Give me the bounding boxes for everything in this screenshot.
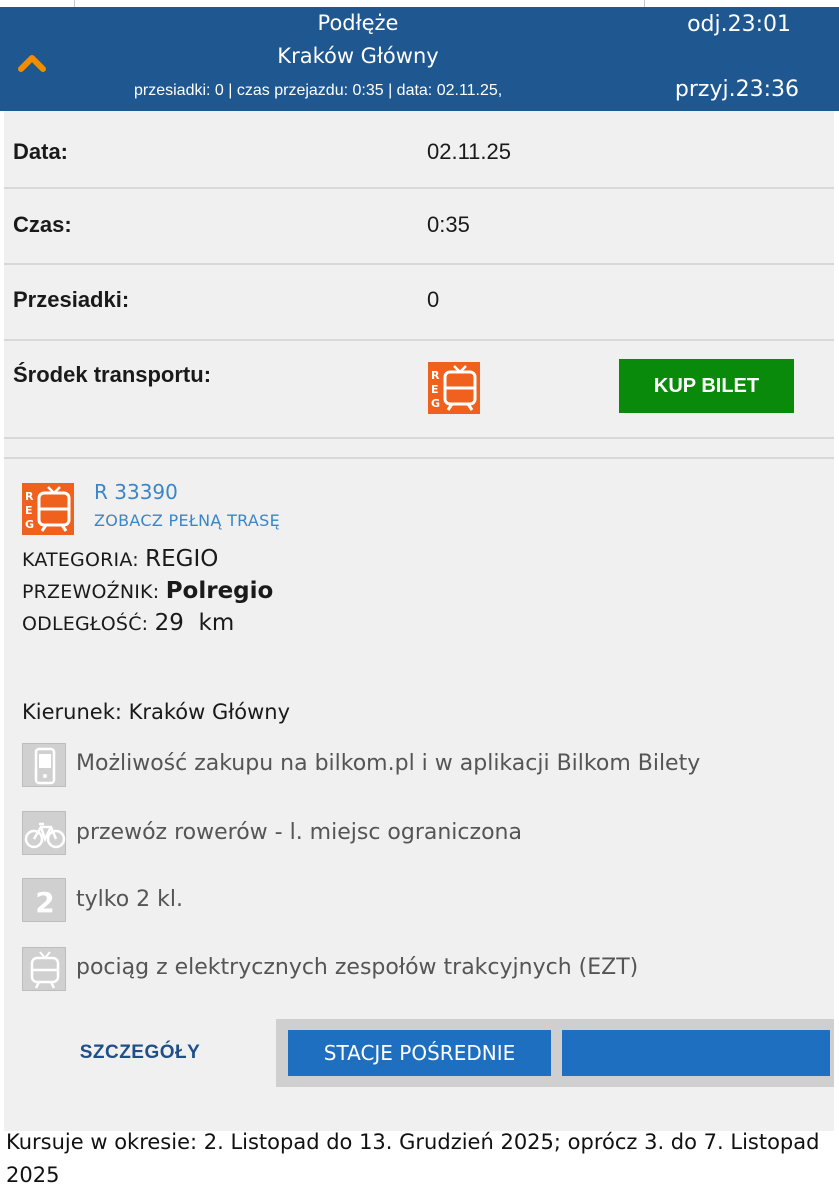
category-line: KATEGORIA: REGIO <box>22 546 218 572</box>
train-number[interactable]: R 33390 <box>94 480 178 504</box>
detail-row-transfers: Przesiadki: 0 <box>4 265 834 341</box>
time-value: 0:35 <box>427 212 470 237</box>
transport-label: Środek transportu: <box>13 362 212 387</box>
schedule-info: Kursuje w okresie: 2. Listopad do 13. Gr… <box>6 1130 820 1187</box>
detail-row-date: Data: 02.11.25 <box>4 111 834 189</box>
transfers-value: 0 <box>427 287 440 312</box>
bicycle-icon <box>22 811 66 855</box>
tab-bar: STACJE POŚREDNIE <box>276 1019 834 1087</box>
arrival-time: przyj.23:36 <box>674 77 799 102</box>
top-divider <box>644 0 645 7</box>
from-station: Podłęże <box>317 11 399 35</box>
date-label: Data: <box>13 139 69 164</box>
distance-label: ODLEGŁOŚĆ: <box>22 613 149 635</box>
direction: Kierunek: Kraków Główny <box>22 700 290 724</box>
buy-ticket-button[interactable]: KUP BILET <box>619 359 794 413</box>
tab-intermediate-stations[interactable]: STACJE POŚREDNIE <box>288 1030 551 1076</box>
feature-text: przewóz rowerów - l. miejsc ograniczona <box>76 820 522 845</box>
to-station: Kraków Główny <box>277 44 439 68</box>
connection-summary: przesiadki: 0 | czas przejazdu: 0:35 | d… <box>134 82 503 99</box>
electric-train-icon <box>22 947 66 991</box>
feature-text: pociąg z elektrycznych zespołów trakcyjn… <box>76 955 639 980</box>
detail-row-time: Czas: 0:35 <box>4 189 834 265</box>
transfers-label: Przesiadki: <box>13 287 130 312</box>
phone-icon <box>22 743 66 787</box>
tab-details[interactable]: SZCZEGÓŁY <box>4 1019 276 1087</box>
reg-letter-e: E <box>431 383 439 396</box>
carrier-line: PRZEWOŹNIK: Polregio <box>22 578 273 604</box>
date-value: 02.11.25 <box>427 139 512 164</box>
detail-tabs: SZCZEGÓŁY STACJE POŚREDNIE <box>4 1019 834 1089</box>
full-route-link[interactable]: ZOBACZ PEŁNĄ TRASĘ <box>94 511 280 530</box>
distance-line: ODLEGŁOŚĆ: 29 km <box>22 610 234 636</box>
carrier-label: PRZEWOŹNIK: <box>22 581 160 603</box>
reg-letter-r: R <box>25 490 34 503</box>
time-label: Czas: <box>13 212 72 237</box>
departure-time: odj.23:01 <box>687 12 791 37</box>
tab-third[interactable] <box>562 1030 830 1076</box>
svg-text:2: 2 <box>35 886 54 919</box>
feature-text: Możliwość zakupu na bilkom.pl i w aplika… <box>76 751 701 776</box>
category-label: KATEGORIA: <box>22 549 139 571</box>
top-strip <box>0 0 839 7</box>
feature-text: tylko 2 kl. <box>76 887 184 912</box>
connection-header[interactable]: Podłęże Kraków Główny przesiadki: 0 | cz… <box>0 7 839 111</box>
section-divider <box>4 457 834 459</box>
reg-letter-g: G <box>431 397 440 410</box>
carrier-value: Polregio <box>165 578 274 604</box>
class-2-icon: 2 <box>22 878 66 922</box>
regio-train-icon: R E G <box>428 362 480 414</box>
reg-letter-e: E <box>25 504 33 517</box>
reg-letter-g: G <box>25 518 34 531</box>
regio-train-icon: R E G <box>22 483 74 535</box>
connection-details-card: Data: 02.11.25 Czas: 0:35 Przesiadki: 0 … <box>4 111 834 1131</box>
reg-letter-r: R <box>431 369 440 382</box>
top-divider <box>74 0 75 7</box>
category-value: REGIO <box>145 546 219 572</box>
distance-value: 29 km <box>154 610 235 636</box>
